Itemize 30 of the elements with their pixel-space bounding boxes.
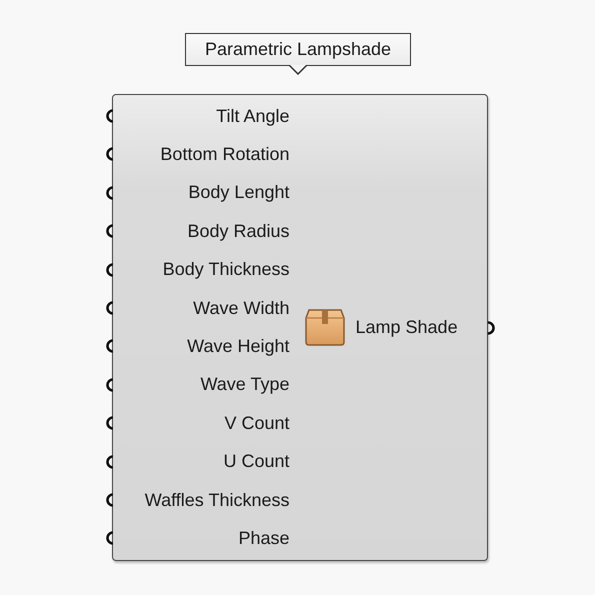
input-label: U Count bbox=[223, 451, 290, 472]
input-grip-icon[interactable] bbox=[106, 300, 114, 315]
input-label: Body Lenght bbox=[188, 182, 290, 204]
input-grip-icon[interactable] bbox=[106, 109, 114, 123]
output-grip-icon[interactable] bbox=[486, 320, 494, 334]
balloon-tail bbox=[289, 64, 307, 74]
input-grip-icon[interactable] bbox=[106, 531, 114, 546]
input-label: Bottom Rotation bbox=[160, 144, 290, 166]
input-grip-icon[interactable] bbox=[106, 492, 114, 507]
input-label: Phase bbox=[238, 528, 290, 549]
box-icon bbox=[304, 307, 346, 347]
input-grip-icon[interactable] bbox=[106, 262, 114, 277]
input-grip-icon[interactable] bbox=[106, 186, 114, 200]
input-label: Waffles Thickness bbox=[144, 490, 290, 511]
input-label: Body Thickness bbox=[162, 259, 290, 280]
input-grip-icon[interactable] bbox=[106, 378, 114, 392]
output-label: Lamp Shade bbox=[356, 316, 458, 338]
input-grip-icon[interactable] bbox=[106, 454, 114, 469]
input-label: Tilt Angle bbox=[216, 106, 290, 127]
input-grip-icon[interactable] bbox=[106, 416, 114, 430]
input-label: Wave Height bbox=[187, 336, 290, 358]
component-title: Parametric Lampshade bbox=[185, 33, 411, 66]
input-label: Body Radius bbox=[187, 220, 290, 242]
input-label: Wave Type bbox=[200, 374, 290, 396]
input-label: Wave Width bbox=[193, 298, 290, 319]
input-grip-icon[interactable] bbox=[106, 339, 114, 354]
input-label: V Count bbox=[224, 412, 290, 434]
component-body[interactable] bbox=[112, 94, 488, 560]
input-grip-icon[interactable] bbox=[106, 224, 114, 238]
input-grip-icon[interactable] bbox=[106, 147, 114, 162]
